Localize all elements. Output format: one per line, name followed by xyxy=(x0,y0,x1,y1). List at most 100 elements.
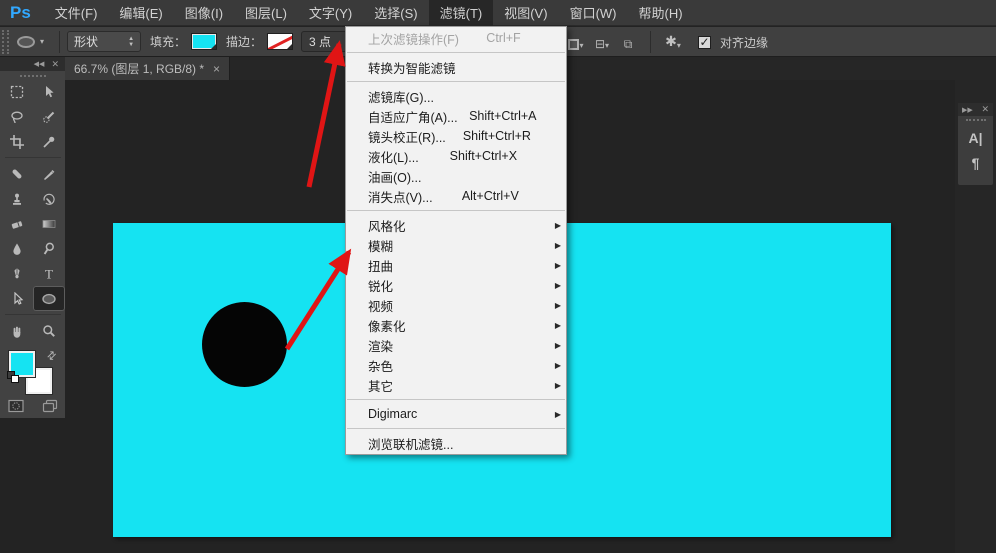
stroke-label: 描边： xyxy=(226,35,263,49)
dodge-tool[interactable] xyxy=(33,236,65,261)
spot-healing-brush-tool[interactable] xyxy=(1,161,33,186)
crop-tool[interactable] xyxy=(1,129,33,154)
menu-item-filter-gallery[interactable]: 滤镜库(G)... xyxy=(346,86,566,106)
right-dock: ▶▶ ✕ A| ¶ xyxy=(955,80,996,553)
menu-separator xyxy=(347,52,565,53)
history-brush-tool[interactable] xyxy=(33,186,65,211)
quick-mask-button[interactable] xyxy=(3,393,29,418)
menu-item-sharpen[interactable]: 锐化 ▶ xyxy=(346,275,566,295)
rectangle-icon xyxy=(568,39,580,50)
document-tab[interactable]: 66.7% (图层 1, RGB/8) * × xyxy=(65,57,231,80)
character-panel-button[interactable]: A| xyxy=(968,130,982,146)
close-panel-icon[interactable]: ✕ xyxy=(981,104,989,115)
eraser-tool[interactable] xyxy=(1,211,33,236)
chevron-down-icon: ▾ xyxy=(579,41,584,50)
submenu-arrow-icon: ▶ xyxy=(554,220,561,230)
menu-item-liquify[interactable]: 液化(L)... Shift+Ctrl+X xyxy=(346,146,566,166)
gradient-tool[interactable] xyxy=(33,211,65,236)
menu-filter[interactable]: 滤镜(T) xyxy=(428,0,494,26)
menu-help[interactable]: 帮助(H) xyxy=(628,0,694,26)
submenu-arrow-icon: ▶ xyxy=(554,340,561,350)
path-arrangement-button[interactable]: ⧉ xyxy=(617,32,639,52)
menu-item-other[interactable]: 其它 ▶ xyxy=(346,375,566,395)
fill-color-swatch[interactable] xyxy=(191,33,218,50)
quick-selection-tool[interactable] xyxy=(33,104,65,129)
menu-item-noise[interactable]: 杂色 ▶ xyxy=(346,355,566,375)
ellipse-tool-icon xyxy=(17,35,35,48)
submenu-arrow-icon: ▶ xyxy=(554,409,561,419)
panel-dock-header: ▶▶ ✕ xyxy=(958,103,993,116)
submenu-arrow-icon: ▶ xyxy=(554,300,561,310)
blur-tool[interactable] xyxy=(1,236,33,261)
stroke-color-swatch[interactable] xyxy=(267,33,294,50)
menu-edit[interactable]: 编辑(E) xyxy=(108,0,173,26)
menu-item-pixelate[interactable]: 像素化 ▶ xyxy=(346,315,566,335)
menu-item-stylize[interactable]: 风格化 ▶ xyxy=(346,215,566,235)
menu-window[interactable]: 窗口(W) xyxy=(559,0,628,26)
menu-file[interactable]: 文件(F) xyxy=(44,0,109,26)
hand-tool[interactable] xyxy=(1,318,33,343)
swatch-corner-icon xyxy=(287,44,293,49)
divider xyxy=(59,30,61,53)
paragraph-panel-button[interactable]: ¶ xyxy=(972,155,980,171)
menu-item-lens-correction[interactable]: 镜头校正(R)... Shift+Ctrl+R xyxy=(346,126,566,146)
menu-item-blur[interactable]: 模糊 ▶ xyxy=(346,235,566,255)
tools-panel-header: ◀◀ ✕ xyxy=(0,57,65,71)
panel-grip[interactable] xyxy=(965,119,986,121)
ellipse-tool-selected[interactable] xyxy=(32,286,65,311)
pen-tool[interactable] xyxy=(1,261,33,286)
tools-panel: T ⇄ xyxy=(0,71,65,418)
menu-layer[interactable]: 图层(L) xyxy=(234,0,298,26)
menu-separator xyxy=(347,81,565,82)
default-colors-icon[interactable] xyxy=(6,371,19,383)
expand-panel-icon[interactable]: ▶▶ xyxy=(962,106,973,114)
menu-item-vanishing-point[interactable]: 消失点(V)... Alt+Ctrl+V xyxy=(346,186,566,206)
align-edges-checkbox[interactable]: ✓ xyxy=(698,35,711,49)
collapse-panel-icon[interactable]: ◀◀ xyxy=(34,60,45,68)
zoom-tool[interactable] xyxy=(33,318,65,343)
black-circle-shape[interactable] xyxy=(202,302,287,387)
fill-label: 填充： xyxy=(150,35,187,49)
move-tool[interactable] xyxy=(33,79,65,104)
clone-stamp-tool[interactable] xyxy=(1,186,33,211)
photoshop-window: Ps 文件(F) 编辑(E) 图像(I) 图层(L) 文字(Y) 选择(S) 滤… xyxy=(0,0,996,553)
path-align-icon: ⊟ xyxy=(594,37,606,51)
filter-menu-popup: 上次滤镜操作(F) Ctrl+F 转换为智能滤镜 滤镜库(G)... 自适应广角(… xyxy=(345,26,567,455)
shape-mode-value: 形状 xyxy=(74,35,99,49)
path-operations-button[interactable]: ⊟ ▾ xyxy=(591,32,613,52)
panel-grip[interactable] xyxy=(19,75,46,77)
menu-image[interactable]: 图像(I) xyxy=(174,0,234,26)
menu-item-oil-paint[interactable]: 油画(O)... xyxy=(346,166,566,186)
menu-item-convert-smart-filter[interactable]: 转换为智能滤镜 xyxy=(346,57,566,77)
menu-item-distort[interactable]: 扭曲 ▶ xyxy=(346,255,566,275)
brush-tool[interactable] xyxy=(33,161,65,186)
menu-item-digimarc[interactable]: Digimarc ▶ xyxy=(346,404,566,424)
swap-colors-icon[interactable]: ⇄ xyxy=(44,348,60,363)
shape-mode-select[interactable]: 形状 ▲ ▼ xyxy=(67,31,142,52)
color-swatches: ⇄ xyxy=(5,348,61,394)
menu-select[interactable]: 选择(S) xyxy=(363,0,428,26)
type-tool-glyph: T xyxy=(45,267,53,281)
options-bar-grip[interactable] xyxy=(2,29,9,54)
menu-item-browse-filters-online[interactable]: 浏览联机滤镜... xyxy=(346,433,566,453)
collapsed-panel-dock: ▶▶ ✕ A| ¶ xyxy=(958,103,993,185)
divider xyxy=(4,314,61,315)
menu-item-adaptive-wide-angle[interactable]: 自适应广角(A)... Shift+Ctrl+A xyxy=(346,106,566,126)
lasso-tool[interactable] xyxy=(1,104,33,129)
close-tab-icon[interactable]: × xyxy=(213,62,220,76)
geometry-options-button[interactable]: ✱ ▾ xyxy=(662,32,684,52)
menu-item-render[interactable]: 渲染 ▶ xyxy=(346,335,566,355)
marquee-tool[interactable] xyxy=(1,79,33,104)
shape-dimensions-button[interactable]: ▾ xyxy=(565,32,587,52)
menu-type[interactable]: 文字(Y) xyxy=(298,0,363,26)
close-panel-icon[interactable]: ✕ xyxy=(51,59,59,70)
eyedropper-tool[interactable] xyxy=(33,129,65,154)
photoshop-logo: Ps xyxy=(10,2,31,22)
menu-view[interactable]: 视图(V) xyxy=(493,0,558,26)
type-tool[interactable]: T xyxy=(33,261,65,286)
path-selection-tool[interactable] xyxy=(1,286,33,311)
menu-item-video[interactable]: 视频 ▶ xyxy=(346,295,566,315)
screen-mode-button[interactable] xyxy=(37,393,63,418)
tool-preset-picker[interactable]: ▾ xyxy=(9,35,52,48)
align-edges-label: 对齐边缘 xyxy=(720,35,769,50)
